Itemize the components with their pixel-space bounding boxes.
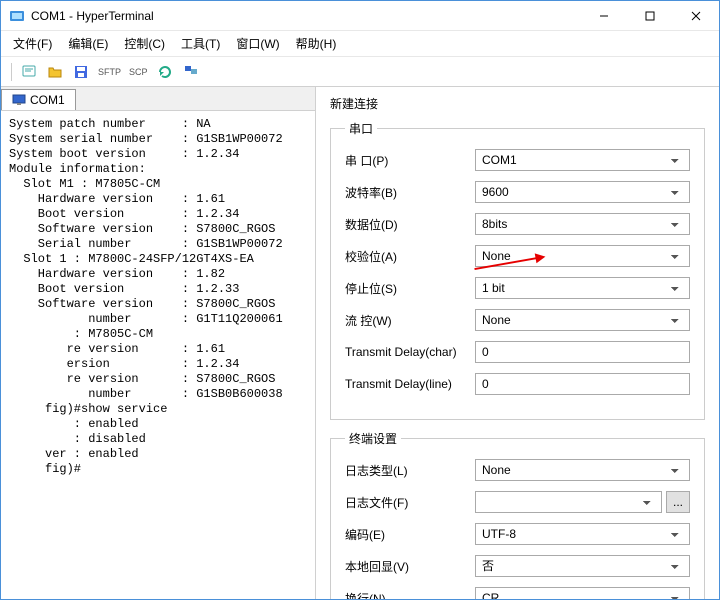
flow-select[interactable]: None bbox=[475, 309, 690, 331]
serial-legend: 串口 bbox=[345, 120, 377, 137]
serial-group: 串口 串 口(P) COM1 波特率(B) 9600 数据位(D) 8bits … bbox=[330, 120, 705, 420]
menu-edit[interactable]: 编辑(E) bbox=[68, 35, 108, 52]
logfile-label: 日志文件(F) bbox=[345, 494, 475, 511]
main-area: COM1 System patch number : NA System ser… bbox=[1, 87, 719, 599]
stopbits-select[interactable]: 1 bit bbox=[475, 277, 690, 299]
menu-help[interactable]: 帮助(H) bbox=[296, 35, 337, 52]
reconnect-button[interactable] bbox=[154, 61, 176, 83]
tab-com1[interactable]: COM1 bbox=[1, 89, 76, 110]
parity-select[interactable]: None bbox=[475, 245, 690, 267]
window-title: COM1 - HyperTerminal bbox=[31, 9, 581, 23]
terminal-legend: 终端设置 bbox=[345, 430, 401, 447]
monitor-icon bbox=[12, 94, 26, 106]
txline-label: Transmit Delay(line) bbox=[345, 377, 475, 391]
menu-control[interactable]: 控制(C) bbox=[124, 35, 165, 52]
scp-button[interactable]: SCP bbox=[127, 67, 150, 77]
close-button[interactable] bbox=[673, 1, 719, 31]
parity-label: 校验位(A) bbox=[345, 248, 475, 265]
left-pane: COM1 System patch number : NA System ser… bbox=[1, 87, 316, 599]
terminal-group: 终端设置 日志类型(L) None 日志文件(F) ... 编码(E) UTF-… bbox=[330, 430, 705, 599]
echo-label: 本地回显(V) bbox=[345, 558, 475, 575]
txchar-label: Transmit Delay(char) bbox=[345, 345, 475, 359]
minimize-button[interactable] bbox=[581, 1, 627, 31]
maximize-button[interactable] bbox=[627, 1, 673, 31]
echo-select[interactable]: 否 bbox=[475, 555, 690, 577]
logtype-label: 日志类型(L) bbox=[345, 462, 475, 479]
save-button[interactable] bbox=[70, 61, 92, 83]
newline-select[interactable]: CR bbox=[475, 587, 690, 599]
stopbits-label: 停止位(S) bbox=[345, 280, 475, 297]
logtype-select[interactable]: None bbox=[475, 459, 690, 481]
new-session-button[interactable] bbox=[18, 61, 40, 83]
new-connection-title: 新建连接 bbox=[330, 95, 705, 112]
right-pane: 新建连接 串口 串 口(P) COM1 波特率(B) 9600 数据位(D) 8… bbox=[316, 87, 719, 599]
app-icon bbox=[9, 8, 25, 24]
txchar-input[interactable] bbox=[475, 341, 690, 363]
menu-file[interactable]: 文件(F) bbox=[13, 35, 52, 52]
menubar: 文件(F) 编辑(E) 控制(C) 工具(T) 窗口(W) 帮助(H) bbox=[1, 31, 719, 57]
flow-label: 流 控(W) bbox=[345, 312, 475, 329]
tab-bar: COM1 bbox=[1, 87, 315, 111]
encoding-label: 编码(E) bbox=[345, 526, 475, 543]
logfile-browse-button[interactable]: ... bbox=[666, 491, 690, 513]
menu-tool[interactable]: 工具(T) bbox=[181, 35, 220, 52]
toolbar-separator bbox=[11, 63, 12, 81]
newline-label: 换行(N) bbox=[345, 590, 475, 600]
sftp-button[interactable]: SFTP bbox=[96, 67, 123, 77]
encoding-select[interactable]: UTF-8 bbox=[475, 523, 690, 545]
databits-label: 数据位(D) bbox=[345, 216, 475, 233]
open-button[interactable] bbox=[44, 61, 66, 83]
databits-select[interactable]: 8bits bbox=[475, 213, 690, 235]
logfile-select[interactable] bbox=[475, 491, 662, 513]
port-select[interactable]: COM1 bbox=[475, 149, 690, 171]
baud-label: 波特率(B) bbox=[345, 184, 475, 201]
toolbar: SFTP SCP bbox=[1, 57, 719, 87]
menu-window[interactable]: 窗口(W) bbox=[236, 35, 279, 52]
terminal-output[interactable]: System patch number : NA System serial n… bbox=[1, 111, 315, 599]
tab-label: COM1 bbox=[30, 93, 65, 107]
txline-input[interactable] bbox=[475, 373, 690, 395]
windows-button[interactable] bbox=[180, 61, 202, 83]
titlebar: COM1 - HyperTerminal bbox=[1, 1, 719, 31]
port-label: 串 口(P) bbox=[345, 152, 475, 169]
baud-select[interactable]: 9600 bbox=[475, 181, 690, 203]
